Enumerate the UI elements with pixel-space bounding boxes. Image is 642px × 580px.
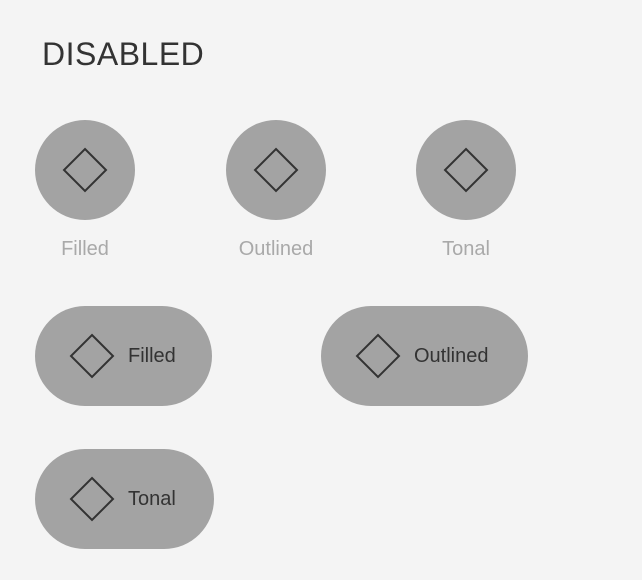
filled-icon-button-label: Filled <box>61 238 109 260</box>
filled-extended-button-label: Filled <box>128 345 176 367</box>
tonal-extended-button[interactable]: Tonal <box>35 449 214 549</box>
filled-extended-button[interactable]: Filled <box>35 306 212 406</box>
tonal-icon-button[interactable] <box>416 120 516 220</box>
outlined-extended-button-label: Outlined <box>414 345 489 367</box>
section-title: DISABLED <box>42 36 205 72</box>
diamond-icon <box>69 476 115 522</box>
outlined-icon-button[interactable] <box>226 120 326 220</box>
diamond-icon <box>62 147 108 193</box>
tonal-extended-button-label: Tonal <box>128 488 176 510</box>
outlined-icon-button-label: Outlined <box>238 238 314 260</box>
outlined-extended-button[interactable]: Outlined <box>321 306 528 406</box>
diamond-icon <box>355 333 401 379</box>
tonal-icon-button-label: Tonal <box>442 238 490 260</box>
diamond-icon <box>253 147 299 193</box>
filled-icon-button[interactable] <box>35 120 135 220</box>
diamond-icon <box>69 333 115 379</box>
diamond-icon <box>443 147 489 193</box>
